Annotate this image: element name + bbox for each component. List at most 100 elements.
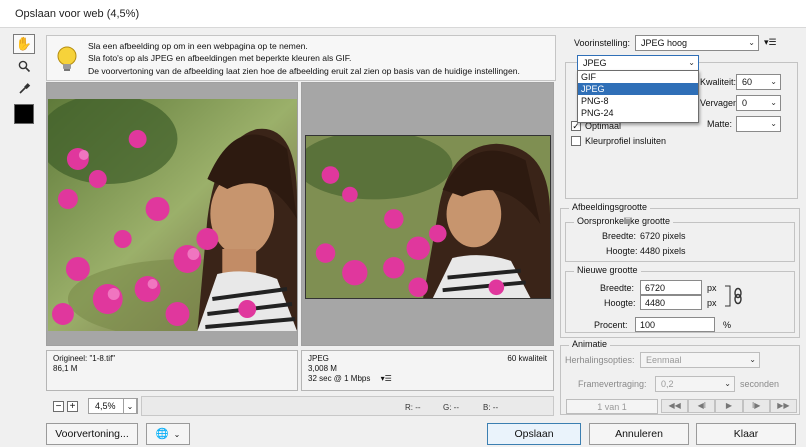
zoom-out-button[interactable]: −: [53, 401, 64, 412]
orig-width-value: 6720 pixels: [640, 231, 686, 241]
download-menu-icon[interactable]: ▾☰: [381, 374, 392, 383]
chevron-down-icon: ⌄: [749, 355, 756, 364]
chevron-down-icon: ⌄: [770, 77, 777, 86]
save-for-web-dialog: ✋ Sla een afbeelding op om in een webpag…: [0, 28, 806, 447]
blue-readout: B: --: [483, 403, 499, 412]
chevron-down-icon: ⌄: [770, 119, 777, 128]
width-input[interactable]: 6720: [640, 280, 702, 295]
preset-value: JPEG hoog: [641, 38, 688, 48]
original-size-heading: Oorspronkelijke grootte: [574, 216, 674, 226]
original-filename: Origineel: "1-8.tif": [53, 354, 116, 363]
optimized-quality: 60 kwaliteit: [507, 354, 547, 363]
red-readout: R: --: [405, 403, 421, 412]
format-option-png24[interactable]: PNG-24: [578, 107, 698, 119]
delay-label: Framevertraging:: [578, 379, 647, 389]
matte-select[interactable]: ⌄: [736, 116, 781, 132]
chevron-down-icon: ⌄: [748, 38, 755, 47]
frame-counter: 1 van 1: [566, 399, 658, 414]
format-select[interactable]: JPEG ⌄: [577, 55, 699, 71]
orig-width-label: Breedte:: [602, 231, 637, 241]
percent-input[interactable]: 100: [635, 317, 715, 332]
green-readout: G: --: [443, 403, 459, 412]
width-label: Breedte:: [600, 283, 635, 293]
format-option-jpeg[interactable]: JPEG: [578, 83, 698, 95]
done-button[interactable]: Klaar: [696, 423, 796, 445]
embed-profile-label: Kleurprofiel insluiten: [585, 136, 667, 146]
next-frame-button[interactable]: I▶: [742, 399, 770, 413]
original-size: 86,1 M: [53, 364, 78, 373]
repeat-value: Eenmaal: [646, 355, 682, 365]
matte-label: Matte:: [707, 119, 733, 129]
browser-preview-button[interactable]: 🌐 ⌄: [146, 423, 190, 445]
optimized-info: JPEG 60 kwaliteit 3,008 M 32 sec @ 1 Mbp…: [301, 350, 554, 391]
original-size-group: Oorspronkelijke grootte: [565, 216, 795, 262]
optimized-size: 3,008 M: [308, 364, 337, 373]
format-option-gif[interactable]: GIF: [578, 71, 698, 83]
cancel-button[interactable]: Annuleren: [589, 423, 689, 445]
repeat-label: Herhalingsopties:: [565, 355, 635, 365]
color-readout-bar: R: -- G: -- B: --: [141, 396, 554, 416]
height-input[interactable]: 4480: [640, 295, 702, 310]
optimized-preview-pane[interactable]: [301, 82, 554, 346]
zoom-level-select[interactable]: 4,5% ⌄: [88, 398, 138, 414]
first-frame-button[interactable]: ◀◀: [661, 399, 689, 413]
previous-frame-button[interactable]: ◀I: [688, 399, 716, 413]
optimized-preview-image[interactable]: [305, 135, 551, 299]
browser-icon: 🌐: [155, 428, 169, 440]
repeat-select[interactable]: Eenmaal ⌄: [640, 352, 760, 368]
chevron-down-icon[interactable]: ⌄: [123, 398, 137, 414]
info-line-3: De voorvertoning van de afbeelding laat …: [88, 65, 520, 76]
chevron-down-icon: ⌄: [688, 58, 695, 67]
delay-unit: seconden: [740, 379, 780, 389]
embed-profile-checkbox[interactable]: [571, 136, 581, 146]
last-frame-button[interactable]: ▶▶: [769, 399, 798, 413]
original-preview-pane[interactable]: [46, 82, 298, 346]
width-unit: px: [707, 283, 717, 293]
original-info: Origineel: "1-8.tif" 86,1 M: [46, 350, 298, 391]
info-banner: Sla een afbeelding op om in een webpagin…: [46, 35, 556, 81]
image-size-heading: Afbeeldingsgrootte: [569, 202, 651, 212]
format-dropdown-list[interactable]: GIF JPEG PNG-8 PNG-24: [577, 70, 699, 123]
save-button[interactable]: Opslaan: [487, 423, 581, 445]
quality-value: 60: [742, 77, 753, 87]
info-line-2: Sla foto's op als JPEG en afbeeldingen m…: [88, 53, 352, 64]
title-bar: Opslaan voor web (4,5%): [0, 0, 806, 28]
height-unit: px: [707, 298, 717, 308]
preview-button[interactable]: Voorvertoning...: [46, 423, 138, 445]
blur-select[interactable]: 0 ⌄: [736, 95, 781, 111]
new-size-heading: Nieuwe grootte: [574, 265, 641, 275]
play-button[interactable]: ▶: [715, 399, 743, 413]
zoom-row: − + 4,5% ⌄ R: -- G: -- B: --: [46, 395, 554, 417]
window-title: Opslaan voor web (4,5%): [15, 8, 140, 20]
zoom-level-value: 4,5%: [95, 401, 116, 411]
hand-tool-icon[interactable]: ✋: [13, 34, 35, 54]
eyedropper-color-swatch[interactable]: [14, 104, 34, 124]
lightbulb-icon: [57, 46, 77, 71]
download-time: 32 sec @ 1 Mbps: [308, 374, 371, 383]
eyedropper-tool-icon[interactable]: [13, 78, 35, 98]
animation-heading: Animatie: [569, 339, 611, 349]
preset-menu-icon[interactable]: ▾☰: [764, 37, 777, 48]
orig-height-label: Hoogte:: [606, 246, 638, 256]
blur-label: Vervagen:: [700, 98, 741, 108]
format-value: JPEG: [583, 58, 607, 68]
quality-label: Kwaliteit:: [700, 77, 737, 87]
chevron-down-icon: ⌄: [724, 379, 731, 388]
constrain-proportions-link-icon[interactable]: [723, 283, 745, 309]
zoom-in-button[interactable]: +: [67, 401, 78, 412]
info-line-1: Sla een afbeelding op om in een webpagin…: [88, 41, 308, 51]
chevron-down-icon: ⌄: [770, 98, 777, 107]
quality-select[interactable]: 60 ⌄: [736, 74, 781, 90]
blur-value: 0: [742, 98, 748, 108]
percent-unit: %: [723, 320, 732, 330]
percent-label: Procent:: [594, 320, 628, 330]
original-preview-image[interactable]: [48, 99, 297, 331]
zoom-tool-icon[interactable]: [13, 56, 35, 76]
height-label: Hoogte:: [604, 298, 636, 308]
format-option-png8[interactable]: PNG-8: [578, 95, 698, 107]
orig-height-value: 4480 pixels: [640, 246, 686, 256]
preset-label: Voorinstelling:: [574, 38, 631, 48]
delay-select[interactable]: 0,2 ⌄: [655, 376, 735, 392]
delay-value: 0,2: [661, 379, 674, 389]
preset-select[interactable]: JPEG hoog ⌄: [635, 35, 759, 51]
